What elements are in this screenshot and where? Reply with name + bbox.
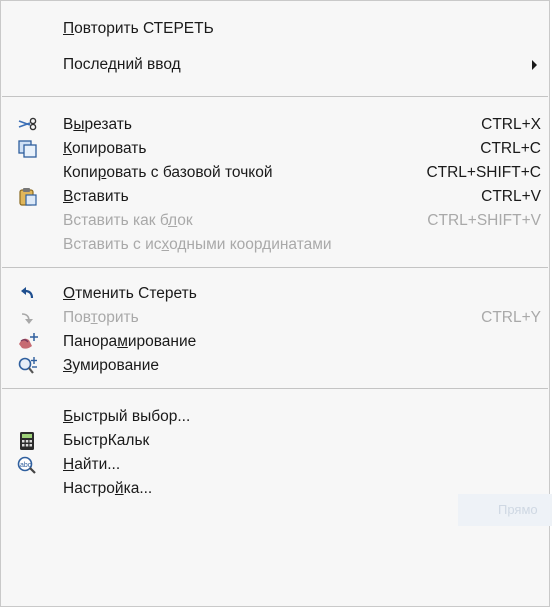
menu-item-quickcalc[interactable]: БыстрКальк <box>1 428 549 454</box>
menu-separator <box>2 96 548 97</box>
menu-item-copy-with-base-point[interactable]: Копировать с базовой точкой CTRL+SHIFT+C <box>1 160 549 186</box>
shortcut-label: CTRL+V <box>481 188 541 205</box>
menu-item-label: Повторить СТЕРЕТЬ <box>63 20 214 37</box>
background-ghost-label: Прямо <box>498 502 538 517</box>
menu-item-quick-select[interactable]: Быстрый выбор... <box>1 404 549 430</box>
menu-item-copy[interactable]: Копировать CTRL+C <box>1 136 549 162</box>
menu-item-label: Копировать <box>63 140 147 157</box>
menu-item-label: Вставить с исходными координатами <box>63 236 332 253</box>
menu-item-pan[interactable]: Панорамирование <box>1 329 549 355</box>
shortcut-label: CTRL+Y <box>481 309 541 326</box>
shortcut-label: CTRL+SHIFT+V <box>427 212 541 229</box>
menu-item-find[interactable]: abc Найти... <box>1 452 549 478</box>
scissors-icon <box>17 115 39 135</box>
background-ghost-button: Прямо <box>458 494 552 526</box>
menu-item-label: Вставить <box>63 188 129 205</box>
menu-item-last-input[interactable]: Последний ввод <box>1 52 549 78</box>
copy-icon <box>17 139 39 159</box>
shortcut-label: CTRL+X <box>481 116 541 133</box>
menu-item-label: БыстрКальк <box>63 432 150 449</box>
paste-icon <box>17 187 39 207</box>
calculator-icon <box>17 431 39 451</box>
menu-item-undo-erase[interactable]: Отменить Стереть <box>1 281 549 307</box>
menu-separator <box>2 267 548 268</box>
menu-item-label: Вставить как блок <box>63 212 193 229</box>
redo-icon <box>17 308 39 328</box>
menu-item-label: Найти... <box>63 456 121 473</box>
menu-item-zoom[interactable]: Зумирование <box>1 353 549 379</box>
menu-item-paste-as-block[interactable]: Вставить как блок CTRL+SHIFT+V <box>1 208 549 234</box>
menu-separator <box>2 388 548 389</box>
menu-item-label: Повторить <box>63 309 139 326</box>
context-menu: Повторить СТЕРЕТЬ Последний ввод Вырезат… <box>0 0 552 607</box>
menu-item-label: Вырезать <box>63 116 132 133</box>
menu-item-label: Копировать с базовой точкой <box>63 164 273 181</box>
menu-item-paste-original-coords[interactable]: Вставить с исходными координатами <box>1 232 549 258</box>
menu-item-label: Настройка... <box>63 480 153 497</box>
zoom-icon <box>17 356 39 376</box>
shortcut-label: CTRL+SHIFT+C <box>426 164 541 181</box>
menu-item-repeat-erase[interactable]: Повторить СТЕРЕТЬ <box>1 16 549 42</box>
menu-item-redo[interactable]: Повторить CTRL+Y <box>1 305 549 331</box>
find-text-icon: abc <box>17 455 39 475</box>
menu-item-label: Отменить Стереть <box>63 285 197 302</box>
pan-icon <box>17 332 39 352</box>
svg-text:abc: abc <box>20 462 32 469</box>
menu-item-label: Зумирование <box>63 357 160 374</box>
menu-item-label: Панорамирование <box>63 333 197 350</box>
submenu-arrow-icon <box>532 60 537 70</box>
menu-item-label: Последний ввод <box>63 56 181 73</box>
menu-item-cut[interactable]: Вырезать CTRL+X <box>1 112 549 138</box>
shortcut-label: CTRL+C <box>480 140 541 157</box>
menu-item-label: Быстрый выбор... <box>63 408 191 425</box>
menu-item-paste[interactable]: Вставить CTRL+V <box>1 184 549 210</box>
undo-icon <box>17 284 39 304</box>
